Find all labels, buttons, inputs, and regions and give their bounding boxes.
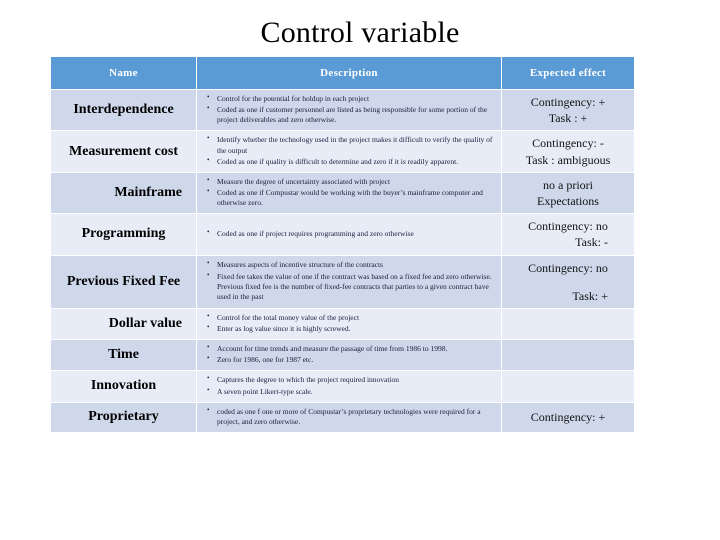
- description-bullet-list: coded as one f one or more of Compustar’…: [203, 406, 495, 427]
- description-bullet: Control for the total money value of the…: [207, 312, 495, 323]
- expected-effect-line: Contingency: no: [528, 260, 608, 275]
- description-bullet: Coded as one if quality is difficult to …: [207, 156, 495, 167]
- cell-variable-name: Mainframe: [50, 171, 197, 215]
- description-bullet-list: Control for the total money value of the…: [203, 312, 495, 334]
- cell-description: Control for the potential for holdup in …: [196, 88, 502, 132]
- slide-canvas: Control variable Name Description Expect…: [0, 0, 720, 540]
- description-bullet: A seven point Likert-type scale.: [207, 385, 495, 397]
- cell-variable-name: Programming: [50, 213, 197, 256]
- expected-effect-line: Contingency: -: [532, 136, 604, 151]
- expected-effect-line: Contingency: +: [530, 410, 606, 425]
- cell-description: Identify whether the technology used in …: [196, 130, 502, 173]
- cell-expected-effect: [501, 370, 635, 403]
- cell-expected-effect: Contingency: - Task : ambiguous: [501, 130, 635, 173]
- description-bullet-list: Captures the degree to which the project…: [203, 374, 495, 397]
- cell-description: Control for the total money value of the…: [196, 307, 502, 341]
- description-bullet-list: Identify whether the technology used in …: [203, 134, 495, 167]
- cell-expected-effect: Contingency: no Task: +: [501, 254, 635, 309]
- cell-expected-effect: no a priori Expectations: [501, 171, 635, 215]
- description-bullet: Captures the degree to which the project…: [207, 374, 495, 385]
- description-bullet-list: Measure the degree of uncertainty associ…: [203, 176, 495, 208]
- cell-variable-name: Proprietary: [50, 401, 197, 433]
- cell-expected-effect: Contingency: +: [501, 401, 635, 433]
- cell-variable-name: Innovation: [50, 370, 197, 403]
- expected-effect-spacer: [508, 276, 628, 288]
- cell-expected-effect: [501, 307, 635, 341]
- table-row: Programming Coded as one if project requi…: [50, 213, 635, 256]
- description-bullet: Coded as one if Compustar would be worki…: [207, 187, 495, 208]
- expected-effect-line: no a priori: [543, 177, 593, 192]
- cell-variable-name: Time: [50, 339, 197, 372]
- description-bullet-list: Coded as one if project requires program…: [203, 228, 495, 239]
- cell-description: Captures the degree to which the project…: [196, 370, 502, 403]
- column-header-expected-effect: Expected effect: [501, 56, 635, 90]
- cell-variable-name: Interdependence: [50, 88, 197, 132]
- table-row: Time Account for time trends and measure …: [50, 339, 635, 372]
- cell-description: Measure the degree of uncertainty associ…: [196, 171, 502, 215]
- table-row: Previous Fixed Fee Measures aspects of in…: [50, 254, 635, 309]
- description-bullet: Measures aspects of incentive structure …: [207, 259, 495, 270]
- control-variable-table-container: Name Description Expected effect Interde…: [50, 56, 635, 433]
- table-row: Dollar value Control for the total money …: [50, 307, 635, 341]
- column-header-description: Description: [196, 56, 502, 90]
- table-row: Mainframe Measure the degree of uncertain…: [50, 171, 635, 215]
- description-bullet: Identify whether the technology used in …: [207, 134, 495, 155]
- description-bullet-list: Account for time trends and measure the …: [203, 343, 495, 365]
- description-bullet: Enter as log value since it is highly sc…: [207, 323, 495, 334]
- expected-effect-line: Contingency: no: [528, 219, 608, 234]
- description-bullet: Account for time trends and measure the …: [207, 343, 495, 354]
- page-title: Control variable: [260, 16, 460, 49]
- description-bullet: Coded as one if customer personnel are l…: [207, 104, 495, 125]
- cell-expected-effect: Contingency: + Task : +: [501, 88, 635, 132]
- cell-variable-name: Dollar value: [50, 307, 197, 341]
- expected-effect-line: Task: -: [575, 235, 608, 250]
- expected-effect-line: Task : ambiguous: [525, 152, 611, 167]
- table-row: Innovation Captures the degree to which t…: [50, 370, 635, 403]
- description-bullet-list: Control for the potential for holdup in …: [203, 93, 495, 125]
- description-bullet: Control for the potential for holdup in …: [207, 93, 495, 104]
- cell-expected-effect: [501, 339, 635, 372]
- cell-description: Coded as one if project requires program…: [196, 213, 502, 256]
- table-row: Interdependence Control for the potential…: [50, 88, 635, 132]
- description-bullet: Coded as one if project requires program…: [207, 228, 495, 239]
- cell-description: coded as one f one or more of Compustar’…: [196, 401, 502, 433]
- expected-effect-line: Task : +: [548, 111, 588, 126]
- column-header-name: Name: [50, 56, 197, 90]
- cell-variable-name: Measurement cost: [50, 130, 197, 173]
- description-bullet: Fixed fee takes the value of one if the …: [207, 271, 495, 302]
- control-variable-table: Name Description Expected effect Interde…: [50, 56, 635, 433]
- table-header-row: Name Description Expected effect: [50, 56, 635, 90]
- description-bullet: coded as one f one or more of Compustar’…: [207, 406, 495, 427]
- expected-effect-line: Contingency: +: [530, 95, 606, 109]
- table-row: Measurement cost Identify whether the tec…: [50, 130, 635, 173]
- cell-description: Account for time trends and measure the …: [196, 339, 502, 372]
- expected-effect-line: Task: +: [572, 288, 608, 303]
- description-bullet-list: Measures aspects of incentive structure …: [203, 259, 495, 302]
- table-body: Interdependence Control for the potential…: [50, 88, 635, 433]
- cell-expected-effect: Contingency: no Task: -: [501, 213, 635, 256]
- description-bullet: Measure the degree of uncertainty associ…: [207, 176, 495, 187]
- table-row: Proprietary coded as one f one or more of…: [50, 401, 635, 433]
- cell-description: Measures aspects of incentive structure …: [196, 254, 502, 309]
- cell-variable-name: Previous Fixed Fee: [50, 254, 197, 309]
- table-header: Name Description Expected effect: [50, 56, 635, 90]
- expected-effect-line: Expectations: [537, 193, 599, 208]
- description-bullet: Zero for 1986, one for 1987 etc.: [207, 354, 495, 365]
